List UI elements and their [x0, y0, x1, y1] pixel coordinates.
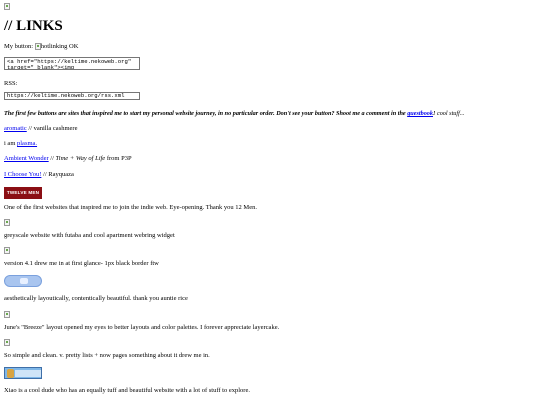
site-button-5-image-icon[interactable] [4, 310, 10, 318]
guestbook-link[interactable]: guestbook [407, 110, 433, 117]
xiao-site-button[interactable] [4, 367, 42, 379]
my-button-alt-text: hotlinking OK [40, 42, 79, 50]
twelve-men-button[interactable]: TWELVE MEN [4, 186, 42, 199]
character-icon [7, 369, 14, 378]
plasma-prefix: i am [4, 140, 17, 148]
my-button-line: My button: hotlinking OK [4, 43, 536, 51]
link-ambient-wonder: Ambient Wonder // Time + Way of Life fro… [4, 155, 536, 163]
aromatic-desc: // vanilla cashmere [26, 125, 78, 133]
my-button-image-icon[interactable] [34, 42, 41, 50]
site-button-6-image-icon[interactable] [4, 338, 10, 346]
link-aromatic: aromatic // vanilla cashmere [4, 125, 536, 133]
version-desc: version 4.1 drew me in at first glance- … [4, 260, 159, 268]
my-button-section: My button: hotlinking OK <a href="https:… [4, 43, 536, 73]
ambient-sep: // [48, 155, 56, 163]
ambient-desc: from P3P [105, 155, 132, 163]
rss-label: RSS: [4, 80, 18, 88]
twelve-men-desc: One of the first websites that inspired … [4, 203, 257, 211]
site-button-2-image-icon[interactable] [4, 218, 10, 226]
breeze-desc: June's "Breeze" layout opened my eyes to… [4, 323, 280, 331]
greyscale-desc: greyscale website with futaba and cool a… [4, 231, 175, 239]
rss-url-input[interactable]: https://keltime.nekoweb.org/rss.xml [4, 92, 140, 101]
header-image-icon [4, 3, 10, 11]
xiao-desc: Xiao is a cool dude who has an equally t… [4, 387, 250, 395]
page-title: // LINKS [4, 18, 63, 35]
cloud-icon [20, 278, 28, 285]
rss-section: RSS: https://keltime.nekoweb.org/rss.xml [4, 80, 536, 103]
intro-tail: cool stuff... [435, 110, 465, 118]
i-choose-you-desc: // Rayquaza [41, 170, 74, 178]
ambient-italic: Time + Way of Life [55, 155, 106, 163]
intro-bold-text: The first few buttons are sites that ins… [4, 110, 408, 118]
banner-art-icon [15, 370, 41, 377]
auntie-rice-desc: aesthetically layoutically, contenticall… [4, 295, 188, 303]
my-button-label: My button: [4, 42, 34, 50]
intro-text: The first few buttons are sites that ins… [4, 110, 536, 118]
page: // LINKS My button: hotlinking OK <a hre… [0, 0, 540, 395]
plasma-link[interactable]: plasma. [17, 140, 37, 147]
ambient-wonder-link[interactable]: Ambient Wonder [4, 155, 49, 162]
cloud-site-button[interactable] [4, 275, 42, 288]
link-plasma: i am plasma. [4, 140, 536, 148]
i-choose-you-link[interactable]: I Choose You! [4, 171, 41, 178]
simple-clean-desc: So simple and clean. v. pretty lists + n… [4, 351, 210, 359]
link-i-choose-you: I Choose You! // Rayquaza [4, 171, 536, 179]
site-button-3-image-icon[interactable] [4, 247, 10, 255]
button-code-textarea[interactable]: <a href="https://keltime.nekoweb.org" ta… [4, 57, 140, 70]
aromatic-link[interactable]: aromatic [4, 125, 27, 132]
